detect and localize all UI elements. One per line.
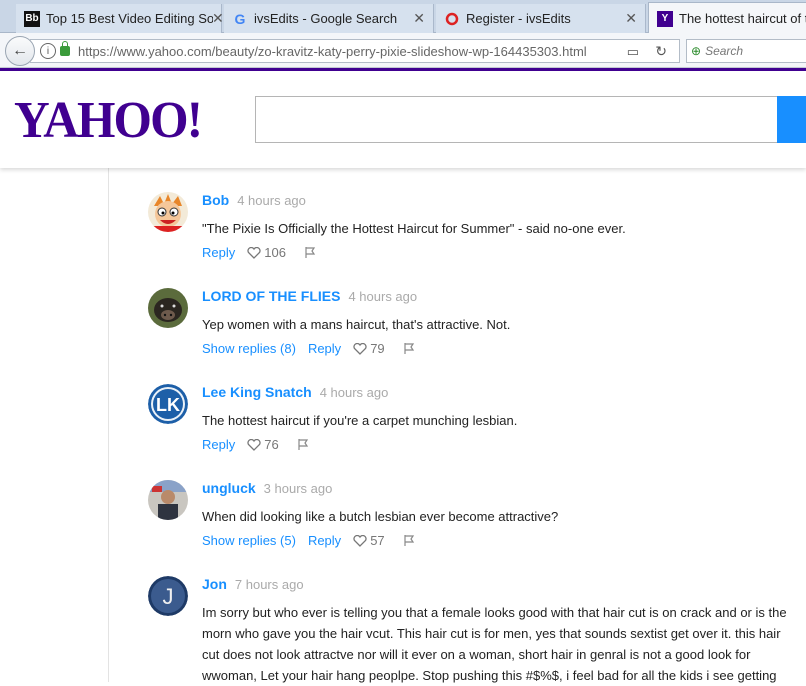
reply-button[interactable]: Reply bbox=[308, 533, 341, 548]
yahoo-favicon-icon: Y bbox=[657, 10, 673, 27]
ring-favicon-icon bbox=[444, 11, 460, 27]
comment-time: 4 hours ago bbox=[237, 193, 306, 208]
comment-author[interactable]: Bob bbox=[202, 192, 229, 208]
svg-text:LK: LK bbox=[156, 395, 180, 415]
google-favicon-icon: G bbox=[234, 10, 246, 27]
comment-text: Im sorry but who ever is telling you tha… bbox=[202, 605, 787, 683]
cartoon-avatar[interactable] bbox=[148, 192, 188, 232]
comment-time: 4 hours ago bbox=[348, 289, 418, 304]
back-arrow-icon: ← bbox=[12, 42, 28, 59]
tab-google-search[interactable]: G ivsEdits - Google Search ✕ bbox=[224, 4, 434, 33]
tab-title: Register - ivsEdits bbox=[466, 11, 571, 26]
tab-yahoo-active[interactable]: Y The hottest haircut of the bbox=[648, 2, 806, 34]
show-replies-button[interactable]: Show replies (5) bbox=[202, 533, 296, 548]
yahoo-logo[interactable]: YAHOO! bbox=[14, 91, 203, 150]
search-placeholder: Search bbox=[705, 44, 744, 58]
svg-text:J: J bbox=[163, 584, 174, 609]
search-engine-icon: ⊕ bbox=[691, 44, 702, 58]
tab-title: Top 15 Best Video Editing Sof bbox=[46, 11, 213, 26]
heart-icon bbox=[353, 342, 367, 355]
comment-time: 3 hours ago bbox=[263, 481, 333, 496]
tab-video-editing[interactable]: Bb Top 15 Best Video Editing Sof bbox=[16, 4, 222, 33]
show-replies-button[interactable]: Show replies (8) bbox=[202, 341, 296, 356]
reply-button[interactable]: Reply bbox=[202, 245, 235, 260]
comment-time: 7 hours ago bbox=[234, 577, 304, 592]
like-button[interactable]: 76 bbox=[247, 437, 279, 452]
like-button[interactable]: 57 bbox=[353, 533, 385, 548]
info-icon[interactable]: i bbox=[40, 43, 56, 59]
tab-title: ivsEdits - Google Search bbox=[254, 11, 398, 26]
comment-author[interactable]: ungluck bbox=[202, 480, 256, 496]
like-count: 106 bbox=[264, 245, 286, 260]
comment-text: When did looking like a butch lesbian ev… bbox=[202, 509, 559, 524]
initials-avatar[interactable]: LK bbox=[148, 384, 188, 424]
flag-icon[interactable] bbox=[304, 246, 316, 259]
tab-title: The hottest haircut of the bbox=[679, 11, 806, 26]
reply-button[interactable]: Reply bbox=[202, 437, 235, 452]
flag-icon[interactable] bbox=[403, 534, 415, 547]
browser-tab-strip: Bb Top 15 Best Video Editing Sof G ivsEd… bbox=[0, 0, 806, 34]
initials-avatar[interactable]: J bbox=[148, 576, 188, 616]
url-text: https://www.yahoo.com/beauty/zo-kravitz-… bbox=[78, 43, 587, 59]
photo-avatar[interactable] bbox=[148, 480, 188, 520]
flag-icon[interactable] bbox=[297, 438, 309, 451]
tab-register[interactable]: Register - ivsEdits ✕ bbox=[436, 4, 646, 33]
tab-close-area[interactable]: ✕ bbox=[198, 4, 224, 33]
animal-avatar[interactable] bbox=[148, 288, 188, 328]
heart-icon bbox=[247, 438, 261, 451]
yahoo-search-input[interactable] bbox=[255, 96, 785, 143]
address-bar[interactable]: i https://www.yahoo.com/beauty/zo-kravit… bbox=[30, 39, 680, 63]
close-tab-icon[interactable]: ✕ bbox=[413, 10, 425, 27]
browser-navbar: i https://www.yahoo.com/beauty/zo-kravit… bbox=[0, 33, 806, 68]
close-tab-icon[interactable]: ✕ bbox=[625, 10, 637, 27]
bb-favicon-icon: Bb bbox=[24, 10, 40, 27]
heart-icon bbox=[247, 246, 261, 259]
reply-button[interactable]: Reply bbox=[308, 341, 341, 356]
browser-search-box[interactable]: ⊕ Search bbox=[686, 39, 806, 63]
comment-time: 4 hours ago bbox=[319, 385, 389, 400]
lock-icon bbox=[60, 41, 70, 56]
comments-section: Bob 4 hours ago "The Pixie Is Officially … bbox=[0, 168, 806, 683]
like-count: 57 bbox=[370, 533, 385, 548]
reload-icon[interactable]: ↻ bbox=[655, 43, 667, 60]
yahoo-header: YAHOO! bbox=[0, 68, 806, 168]
like-count: 76 bbox=[264, 437, 279, 452]
yahoo-search-button[interactable] bbox=[777, 96, 806, 143]
comment-text: "The Pixie Is Officially the Hottest Hai… bbox=[202, 221, 626, 236]
back-button[interactable]: ← bbox=[5, 36, 35, 66]
comment-author[interactable]: LORD OF THE FLIES bbox=[202, 288, 340, 304]
comment-text: The hottest haircut if you're a carpet m… bbox=[202, 413, 518, 428]
flag-icon[interactable] bbox=[403, 342, 415, 355]
like-button[interactable]: 79 bbox=[353, 341, 385, 356]
close-tab-icon[interactable]: ✕ bbox=[212, 10, 224, 27]
like-button[interactable]: 106 bbox=[247, 245, 286, 260]
content-divider bbox=[108, 168, 109, 682]
reader-view-icon[interactable]: ▭ bbox=[627, 44, 639, 60]
comment-author[interactable]: Jon bbox=[202, 576, 227, 592]
comment-author[interactable]: Lee King Snatch bbox=[202, 384, 312, 400]
heart-icon bbox=[353, 534, 367, 547]
comment-text: Yep women with a mans haircut, that's at… bbox=[202, 317, 511, 332]
like-count: 79 bbox=[370, 341, 385, 356]
